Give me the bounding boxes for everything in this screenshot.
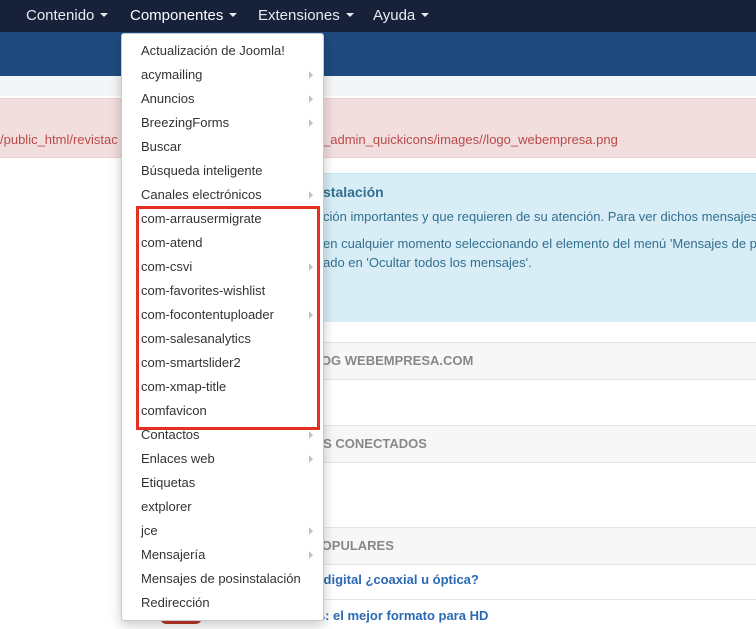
panel-heading: LOG WEBEMPRESA.COM <box>300 343 756 380</box>
caret-down-icon <box>229 13 238 18</box>
menu-item-label: jce <box>141 523 158 538</box>
submenu-arrow-icon <box>309 119 313 127</box>
menu-item-enlaces-web[interactable]: Enlaces web <box>122 447 323 471</box>
submenu-arrow-icon <box>309 71 313 79</box>
menu-item-com-salesanalytics[interactable]: com-salesanalytics <box>122 327 323 351</box>
panel-webempresa-blog: LOG WEBEMPRESA.COM a. <box>300 342 756 405</box>
menu-item-extplorer[interactable]: extplorer <box>122 495 323 519</box>
menu-item-buscar[interactable]: Buscar <box>122 135 323 159</box>
panel-logged-users: OS CONECTADOS <box>300 425 756 498</box>
submenu-arrow-icon <box>309 551 313 559</box>
componentes-dropdown-menu: Actualización de Joomla! acymailing Anun… <box>121 33 324 621</box>
menu-item-anuncios[interactable]: Anuncios <box>122 87 323 111</box>
panel-heading: OS CONECTADOS <box>300 426 756 463</box>
submenu-arrow-icon <box>309 263 313 271</box>
menu-item-joomla-update[interactable]: Actualización de Joomla! <box>122 39 323 63</box>
menu-item-com-smartslider2[interactable]: com-smartslider2 <box>122 351 323 375</box>
menu-item-contactos[interactable]: Contactos <box>122 423 323 447</box>
nav-label: Componentes <box>130 7 224 24</box>
panel-heading: POPULARES <box>300 528 756 565</box>
menu-item-label: extplorer <box>141 499 192 514</box>
menu-item-canales-electronicos[interactable]: Canales electrónicos <box>122 183 323 207</box>
menu-item-label: Contactos <box>141 427 200 442</box>
nav-label: Contenido <box>26 7 95 24</box>
menu-item-label: Actualización de Joomla! <box>141 43 285 58</box>
menu-item-label: Búsqueda inteligente <box>141 163 263 178</box>
menu-item-label: acymailing <box>141 67 203 82</box>
info-title: stalación <box>323 184 384 200</box>
menu-item-label: Canales electrónicos <box>141 187 262 202</box>
menu-item-label: Buscar <box>141 139 182 154</box>
menu-item-label: com-salesanalytics <box>141 331 251 346</box>
nav-label: Ayuda <box>373 7 416 24</box>
menu-item-label: com-focontentuploader <box>141 307 274 322</box>
menu-item-etiquetas[interactable]: Etiquetas <box>122 471 323 495</box>
menu-item-com-csvi[interactable]: com-csvi <box>122 255 323 279</box>
error-path-right: _admin_quickicons/images//logo_webempres… <box>323 132 618 147</box>
menu-item-label: comfavicon <box>141 403 207 418</box>
menu-item-com-favorites-wishlist[interactable]: com-favorites-wishlist <box>122 279 323 303</box>
menu-item-label: com-arrausermigrate <box>141 211 262 226</box>
menu-item-label: Redirección <box>141 595 210 610</box>
nav-extensiones[interactable]: Extensiones <box>258 0 354 32</box>
menu-item-label: com-favorites-wishlist <box>141 283 266 298</box>
menu-item-mensajeria[interactable]: Mensajería <box>122 543 323 567</box>
nav-componentes[interactable]: Componentes <box>130 0 238 32</box>
toolbar-strip <box>0 76 756 96</box>
menu-item-mensajes-posinstalacion[interactable]: Mensajes de posinstalación <box>122 567 323 591</box>
menu-item-redireccion[interactable]: Redirección <box>122 591 323 615</box>
menu-item-label: com-smartslider2 <box>141 355 241 370</box>
info-text: en cualquier momento seleccionando el el… <box>323 236 756 251</box>
menu-item-label: Etiquetas <box>141 475 196 490</box>
menu-item-busqueda-inteligente[interactable]: Búsqueda inteligente <box>122 159 323 183</box>
menu-item-label: Mensajería <box>141 547 206 562</box>
submenu-arrow-icon <box>309 95 313 103</box>
menu-item-acymailing[interactable]: acymailing <box>122 63 323 87</box>
error-alert: /public_html/revistac _admin_quickicons/… <box>0 98 756 158</box>
article-link[interactable]: n digital ¿coaxial u óptica? <box>312 572 479 587</box>
menu-item-com-atend[interactable]: com-atend <box>122 231 323 255</box>
menu-item-jce[interactable]: jce <box>122 519 323 543</box>
info-text: ado en 'Ocultar todos los mensajes'. <box>323 255 532 270</box>
panel-body: a. <box>300 380 756 406</box>
info-alert: stalación ción importantes y que requier… <box>310 173 756 322</box>
panel-body <box>300 463 756 489</box>
divider <box>300 599 756 600</box>
nav-contenido[interactable]: Contenido <box>26 0 109 32</box>
info-text: ción importantes y que requieren de su a… <box>323 209 756 224</box>
error-path-left: /public_html/revistac <box>0 132 118 147</box>
submenu-arrow-icon <box>309 191 313 199</box>
menu-item-label: Mensajes de posinstalación <box>141 571 301 586</box>
top-navbar: Contenido Componentes Extensiones Ayuda <box>0 0 756 32</box>
caret-down-icon <box>100 13 109 18</box>
submenu-arrow-icon <box>309 527 313 535</box>
page-header-bar <box>0 32 756 76</box>
menu-item-com-xmap-title[interactable]: com-xmap-title <box>122 375 323 399</box>
menu-item-label: com-csvi <box>141 259 193 274</box>
menu-item-breezingforms[interactable]: BreezingForms <box>122 111 323 135</box>
submenu-arrow-icon <box>309 455 313 463</box>
menu-item-label: com-xmap-title <box>141 379 227 394</box>
menu-item-com-focontentuploader[interactable]: com-focontentuploader <box>122 303 323 327</box>
submenu-arrow-icon <box>309 431 313 439</box>
menu-item-label: Anuncios <box>141 91 195 106</box>
menu-item-label: Enlaces web <box>141 451 215 466</box>
menu-item-comfavicon[interactable]: comfavicon <box>122 399 323 423</box>
submenu-arrow-icon <box>309 311 313 319</box>
menu-item-com-arrausermigrate[interactable]: com-arrausermigrate <box>122 207 323 231</box>
caret-down-icon <box>345 13 354 18</box>
caret-down-icon <box>421 13 430 18</box>
menu-item-label: BreezingForms <box>141 115 230 130</box>
article-title: n digital ¿coaxial u óptica? <box>312 572 479 587</box>
nav-label: Extensiones <box>258 7 340 24</box>
nav-ayuda[interactable]: Ayuda <box>373 0 430 32</box>
menu-item-label: com-atend <box>141 235 203 250</box>
